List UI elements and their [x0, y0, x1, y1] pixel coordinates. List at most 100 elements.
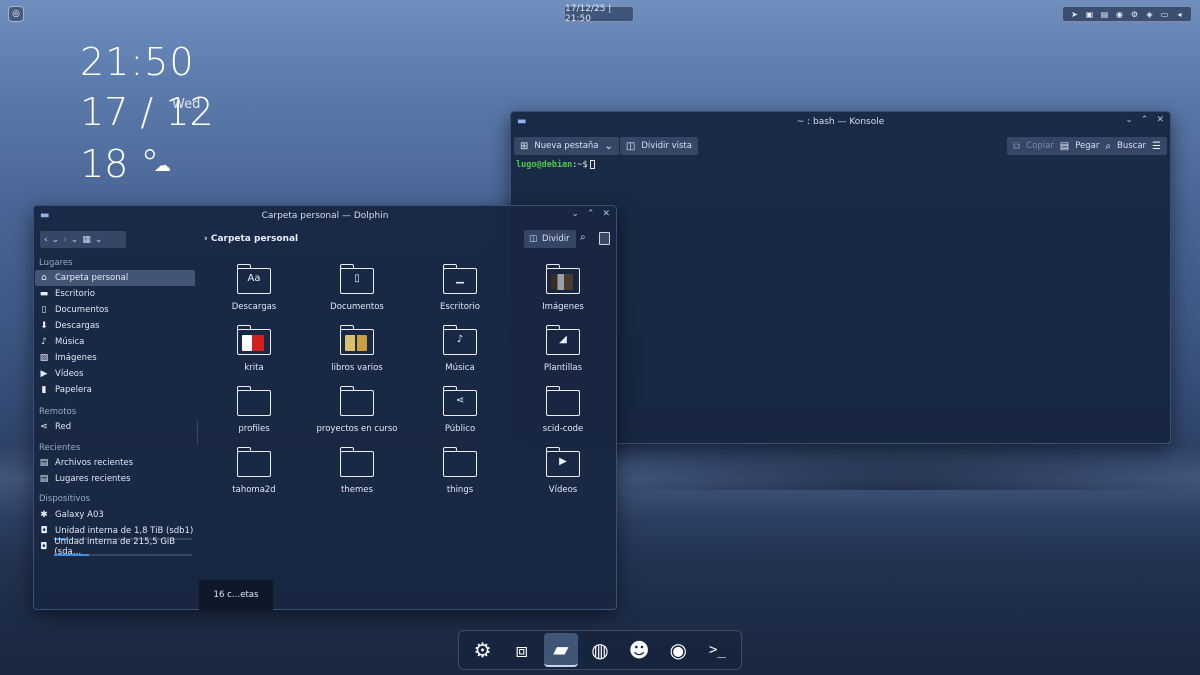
folder-item[interactable]: krita: [204, 323, 304, 383]
drive-usage-fill: [54, 554, 89, 556]
folder-item[interactable]: tahoma2d: [204, 445, 304, 505]
konsole-title: ~ : bash — Konsole: [796, 117, 885, 127]
clipboard-icon[interactable]: ▤: [1099, 10, 1110, 19]
close-icon[interactable]: ✕: [1156, 115, 1164, 125]
settings-tray-icon[interactable]: ⚙: [1129, 10, 1140, 19]
display-icon[interactable]: ▭: [1159, 10, 1170, 19]
sidebar-item-recent-places[interactable]: ▤ Lugares recientes: [35, 471, 195, 487]
toolbox-icon[interactable]: ⧈: [505, 633, 539, 667]
dolphin-window[interactable]: ▬ Carpeta personal — Dolphin ⌄ ⌃ ✕ ‹ ⌄ ›…: [33, 205, 617, 610]
sidebar-item-documents[interactable]: ▯ Documentos: [35, 302, 195, 318]
sidebar-item-downloads[interactable]: ⬇ Descargas: [35, 318, 195, 334]
folder-item[interactable]: ◢ Plantillas: [513, 323, 613, 383]
places-sidebar: ‹ ⌄ › ⌄ ▦ ⌄ Lugares ⌂ Carpeta personal ▬ E…: [35, 227, 197, 609]
maximize-icon[interactable]: ⌃: [587, 209, 595, 219]
sidebar-item-videos[interactable]: ▶ Vídeos: [35, 366, 195, 382]
split-view-button[interactable]: ◫ Dividir vista: [619, 137, 698, 155]
folder-item[interactable]: ♪ Música: [410, 323, 510, 383]
sidebar-divider[interactable]: [197, 421, 198, 445]
dolphin-titlebar[interactable]: ▬ Carpeta personal — Dolphin ⌄ ⌃ ✕: [34, 206, 616, 226]
folder-label: profiles: [238, 424, 270, 434]
chevron-down-icon[interactable]: ⌄: [95, 235, 103, 245]
folder-item[interactable]: profiles: [204, 384, 304, 444]
folder-body: [340, 451, 374, 477]
konsole-toolbar: ⊞ Nueva pestaña ⌄ ◫ Dividir vista ⧉ Copi…: [514, 135, 1167, 157]
terminal-icon[interactable]: >_: [700, 633, 734, 667]
folder-item[interactable]: scid-code: [513, 384, 613, 444]
window-menu-icon[interactable]: ▬: [517, 116, 529, 128]
folder-label: Descargas: [231, 302, 277, 312]
folder-item[interactable]: ▶ Vídeos: [513, 445, 613, 505]
window-menu-icon[interactable]: ▬: [40, 210, 52, 222]
share-icon: ⋖: [40, 422, 48, 432]
maximize-icon[interactable]: ⌃: [1141, 115, 1149, 125]
steam-tray-icon[interactable]: ◉: [1114, 10, 1125, 19]
sidebar-item-label: Unidad interna de 1,8 TiB (sdb1): [55, 526, 194, 536]
chevron-down-icon[interactable]: ⌄: [605, 141, 613, 152]
steam-icon[interactable]: ◉: [661, 633, 695, 667]
sidebar-item-trash[interactable]: ▮ Papelera: [35, 382, 195, 398]
sidebar-item-label: Imágenes: [55, 353, 97, 363]
konsole-titlebar[interactable]: ▬ ~ : bash — Konsole ⌄ ⌃ ✕: [511, 112, 1170, 132]
new-tab-button[interactable]: ⊞ Nueva pestaña ⌄: [514, 137, 619, 155]
volume-icon[interactable]: ◂: [1174, 10, 1185, 19]
sidebar-item-home[interactable]: ⌂ Carpeta personal: [35, 270, 195, 286]
document-icon: ▯: [354, 273, 360, 284]
sidebar-item-phone[interactable]: ✱ Galaxy A03: [35, 507, 195, 523]
desktop-icon: ▬: [39, 289, 49, 299]
breadcrumb[interactable]: › Carpeta personal: [204, 234, 298, 244]
system-tray[interactable]: ➤ ▣ ▤ ◉ ⚙ ◈ ▭ ◂: [1062, 6, 1192, 22]
split-button[interactable]: ◫ Dividir: [524, 230, 576, 248]
folder-item[interactable]: libros varios: [307, 323, 407, 383]
paste-button[interactable]: Pegar: [1075, 141, 1099, 151]
panel-clock[interactable]: 17/12/25 | 21:50: [564, 4, 634, 24]
copy-button[interactable]: Copiar: [1026, 141, 1054, 151]
folder-item[interactable]: Aa Descargas: [204, 262, 304, 322]
view-mode-icon[interactable]: ▦: [82, 235, 91, 245]
terminal-area[interactable]: lugo@debian:~$: [511, 157, 1170, 173]
sidebar-item-drive-sda[interactable]: ◘ Unidad interna de 215,5 GiB (sda…: [35, 537, 195, 557]
dock: ⚙ ⧈ ▰ ◍ ☻ ◉ >_: [458, 630, 742, 670]
recent-header: Recientes: [39, 443, 81, 453]
split-label: Dividir: [542, 234, 570, 244]
minimize-icon[interactable]: ⌄: [1125, 115, 1133, 125]
screen-capture-icon[interactable]: ▣: [1084, 10, 1095, 19]
settings-icon[interactable]: ⚙: [466, 633, 500, 667]
folder-item[interactable]: things: [410, 445, 510, 505]
folder-label: tahoma2d: [232, 485, 276, 495]
network-icon[interactable]: ◈: [1144, 10, 1155, 19]
folder-item[interactable]: themes: [307, 445, 407, 505]
sidebar-item-label: Documentos: [55, 305, 109, 315]
sidebar-item-network[interactable]: ⋖ Red: [35, 419, 195, 435]
search-icon[interactable]: ⌕: [580, 232, 586, 243]
minimize-icon[interactable]: ⌄: [571, 209, 579, 219]
folder-item[interactable]: proyectos en curso: [307, 384, 407, 444]
chevron-down-icon[interactable]: ⌄: [52, 235, 60, 245]
discord-icon[interactable]: ☻: [622, 633, 656, 667]
sidebar-item-recent-files[interactable]: ▤ Archivos recientes: [35, 455, 195, 471]
folder-item[interactable]: ▯ Documentos: [307, 262, 407, 322]
sidebar-item-label: Escritorio: [55, 289, 95, 299]
chevron-down-icon[interactable]: ⌄: [71, 235, 79, 245]
folder-item[interactable]: ▁ Escritorio: [410, 262, 510, 322]
sidebar-item-desktop[interactable]: ▬ Escritorio: [35, 286, 195, 302]
dolphin-title: Carpeta personal — Dolphin: [261, 211, 389, 221]
file-manager-icon[interactable]: ▰: [543, 633, 578, 667]
hamburger-menu-icon[interactable]: [599, 232, 610, 245]
app-launcher-button[interactable]: ◎: [8, 6, 24, 22]
back-icon[interactable]: ‹: [44, 235, 48, 245]
sidebar-item-label: Archivos recientes: [55, 458, 134, 468]
folder-icon: [340, 386, 374, 416]
browser-icon[interactable]: ◍: [583, 633, 617, 667]
close-icon[interactable]: ✕: [602, 209, 610, 219]
hamburger-menu-icon[interactable]: ☰: [1152, 141, 1161, 152]
sidebar-item-label: Descargas: [55, 321, 100, 331]
sidebar-item-pictures[interactable]: ▨ Imágenes: [35, 350, 195, 366]
forward-icon[interactable]: ›: [63, 235, 67, 245]
sidebar-item-music[interactable]: ♪ Música: [35, 334, 195, 350]
telegram-icon[interactable]: ➤: [1069, 10, 1080, 19]
search-button[interactable]: Buscar: [1117, 141, 1146, 151]
sidebar-item-label: Vídeos: [55, 369, 84, 379]
folder-item[interactable]: ⋖ Público: [410, 384, 510, 444]
folder-item[interactable]: Imágenes: [513, 262, 613, 322]
